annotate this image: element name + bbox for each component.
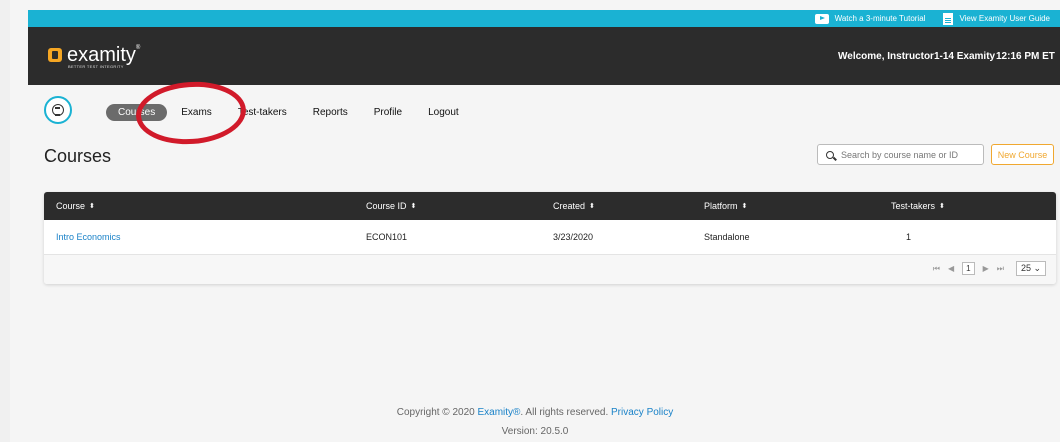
search-input[interactable] — [841, 149, 981, 160]
main-nav: Courses Exams Test-takers Reports Profil… — [106, 104, 473, 121]
first-page-icon[interactable]: ⏮ — [933, 264, 940, 274]
nav-exams[interactable]: Exams — [169, 104, 224, 121]
help-bar: Watch a 3-minute Tutorial View Examity U… — [28, 10, 1060, 27]
search-icon — [826, 150, 834, 159]
examity-link[interactable]: Examity® — [477, 407, 520, 418]
new-course-button[interactable]: New Course — [991, 144, 1054, 165]
tutorial-label: Watch a 3-minute Tutorial — [834, 14, 926, 23]
pagination: ⏮ ◀ 1 ▶ ⏭ 25 ⌄ — [44, 255, 1056, 284]
sort-icon: ⬍ — [939, 202, 945, 210]
course-id-cell: ECON101 — [366, 232, 408, 242]
table-row: Intro Economics ECON101 3/23/2020 Standa… — [44, 220, 1056, 255]
nav-logout[interactable]: Logout — [416, 104, 471, 121]
page-size-select[interactable]: 25 ⌄ — [1015, 261, 1046, 276]
footer-version: Version: 20.5.0 — [501, 426, 569, 437]
courses-table: Course ⬍ Course ID ⬍ Created ⬍ Platform ⬍ Te… — [44, 192, 1056, 284]
previous-page-icon[interactable]: ◀ — [948, 264, 954, 273]
tutorial-link[interactable]: Watch a 3-minute Tutorial — [814, 13, 926, 24]
sort-icon: ⬍ — [589, 202, 595, 210]
table-header: Course ⬍ Course ID ⬍ Created ⬍ Platform ⬍ Te… — [44, 192, 1056, 220]
column-header-created[interactable]: Created ⬍ — [553, 192, 595, 220]
nav-courses[interactable]: Courses — [106, 104, 168, 121]
page-title: Courses — [44, 146, 112, 166]
search-box[interactable] — [817, 144, 984, 165]
institution-seal — [44, 96, 72, 124]
clock: 12:16 PM ET — [996, 51, 1055, 62]
app-header: examity ® BETTER TEST INTEGRITY Welcome, … — [28, 27, 1060, 85]
logo-tagline: BETTER TEST INTEGRITY — [68, 64, 124, 69]
welcome-text: Welcome, Instructor1-14 Examity — [838, 51, 996, 62]
nav-reports[interactable]: Reports — [301, 104, 360, 121]
building-icon — [52, 104, 64, 116]
platform-cell: Standalone — [704, 232, 750, 242]
column-header-course[interactable]: Course ⬍ — [56, 192, 95, 220]
examity-lock-icon — [48, 48, 62, 62]
course-name-link[interactable]: Intro Economics — [56, 220, 121, 254]
sort-icon: ⬍ — [741, 202, 748, 210]
column-header-course-id[interactable]: Course ID ⬍ — [366, 192, 416, 220]
examity-logo[interactable]: examity ® BETTER TEST INTEGRITY — [48, 44, 141, 69]
video-icon — [814, 13, 829, 24]
nav-test-takers[interactable]: Test-takers — [226, 104, 299, 121]
column-header-test-takers[interactable]: Test-takers ⬍ — [891, 192, 945, 220]
logo-trademark: ® — [135, 45, 141, 51]
footer-copyright: Copyright © 2020 Examity®. All rights re… — [10, 407, 1060, 418]
test-takers-cell: 1 — [906, 232, 912, 242]
created-cell: 3/23/2020 — [553, 232, 594, 242]
sort-icon: ⬍ — [410, 202, 417, 210]
user-guide-link[interactable]: View Examity User Guide — [943, 12, 1050, 25]
page: Watch a 3-minute Tutorial View Examity U… — [10, 0, 1060, 442]
column-header-platform[interactable]: Platform ⬍ — [704, 192, 747, 220]
sort-icon: ⬍ — [89, 202, 95, 210]
privacy-policy-link[interactable]: Privacy Policy — [611, 407, 673, 418]
next-page-icon[interactable]: ▶ — [983, 264, 989, 273]
copyright-text: Copyright © 2020 — [396, 407, 475, 418]
document-icon — [943, 12, 954, 25]
last-page-icon[interactable]: ⏭ — [997, 264, 1004, 274]
current-page[interactable]: 1 — [962, 262, 975, 275]
nav-profile[interactable]: Profile — [362, 104, 414, 121]
rights-text: . All rights reserved. — [520, 407, 609, 418]
user-guide-label: View Examity User Guide — [959, 14, 1050, 23]
logo-text: examity — [67, 44, 136, 66]
